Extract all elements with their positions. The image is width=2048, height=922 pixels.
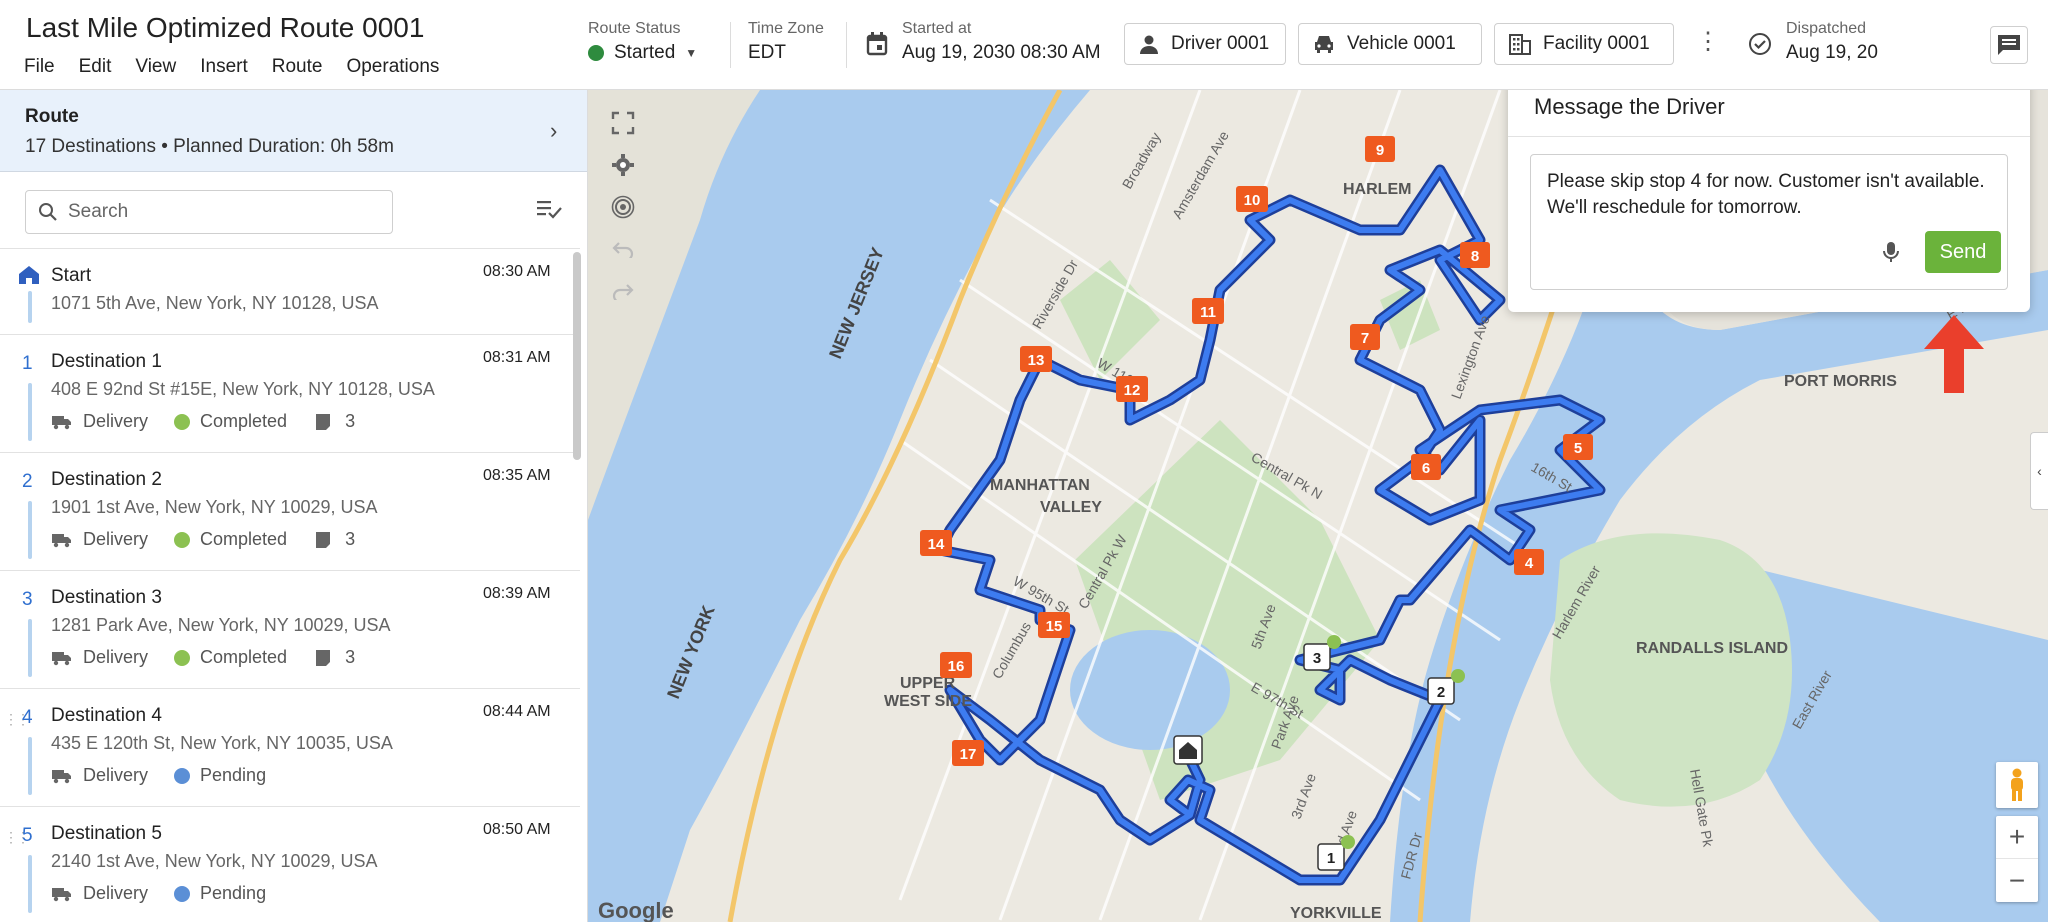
time-zone-label: Time Zone	[748, 20, 824, 37]
person-icon	[1140, 35, 1158, 54]
more-options-icon[interactable]: ⋮	[1696, 30, 1720, 54]
dispatched-label: Dispatched	[1786, 20, 1867, 37]
building-icon	[1509, 34, 1531, 55]
check-circle-icon	[1748, 32, 1772, 61]
page-title: Last Mile Optimized Route 0001	[26, 12, 425, 43]
started-at-label: Started at	[902, 20, 972, 37]
route-status-value: Started	[614, 42, 676, 63]
car-icon	[1315, 36, 1333, 53]
facility-button[interactable]: Facility 0001	[1494, 23, 1674, 65]
dispatched-field: Dispatched Aug 19, 20	[1786, 20, 1878, 64]
calendar-icon	[866, 32, 888, 61]
chat-icon	[1998, 35, 2020, 55]
vehicle-button[interactable]: Vehicle 0001	[1298, 23, 1482, 65]
menu-bar: File Edit View Insert Route Operations	[24, 56, 463, 78]
menu-insert[interactable]: Insert	[200, 56, 248, 78]
facility-label: Facility 0001	[1543, 33, 1650, 54]
arrow-up-icon	[1924, 315, 1984, 393]
chevron-down-icon[interactable]: ▼	[685, 46, 697, 60]
status-dot-icon	[588, 45, 604, 61]
app-header: Last Mile Optimized Route 0001 File Edit…	[0, 0, 2048, 90]
started-at-field: Started at Aug 19, 2030 08:30 AM	[902, 20, 1101, 64]
annotation-arrows	[1876, 12, 1984, 393]
vehicle-label: Vehicle 0001	[1347, 33, 1456, 54]
started-at-value: Aug 19, 2030 08:30 AM	[902, 42, 1101, 63]
route-status-label: Route Status	[588, 20, 681, 37]
driver-label: Driver 0001	[1171, 33, 1270, 54]
time-zone-value: EDT	[748, 42, 786, 63]
menu-edit[interactable]: Edit	[79, 56, 112, 78]
driver-button[interactable]: Driver 0001	[1124, 23, 1286, 65]
dispatched-value: Aug 19, 20	[1786, 42, 1878, 63]
menu-file[interactable]: File	[24, 56, 55, 78]
menu-view[interactable]: View	[135, 56, 176, 78]
time-zone-field: Time Zone EDT	[748, 20, 824, 64]
message-driver-button[interactable]	[1990, 26, 2028, 64]
menu-operations[interactable]: Operations	[346, 56, 439, 78]
route-status-field[interactable]: Route Status Started ▼	[588, 20, 697, 64]
menu-route[interactable]: Route	[272, 56, 323, 78]
